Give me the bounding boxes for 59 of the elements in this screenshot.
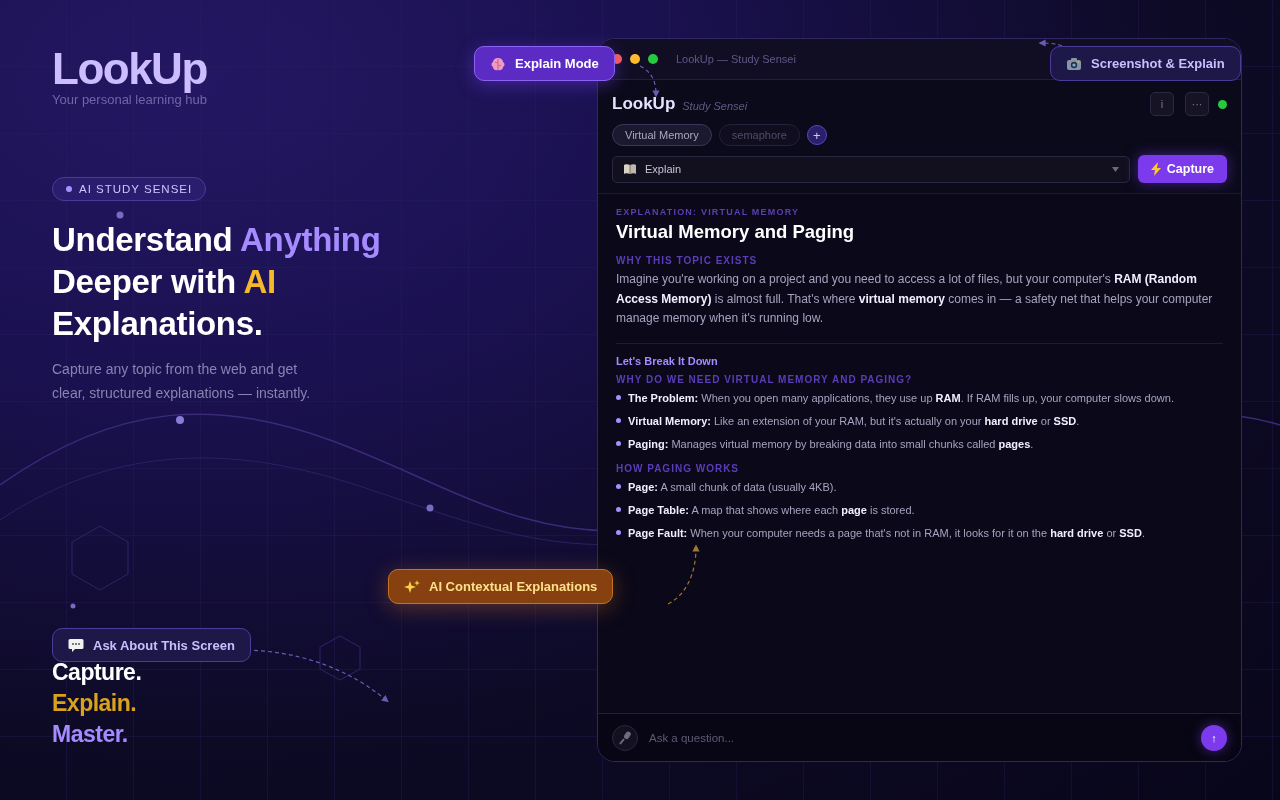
- feature-label: Screenshot & Explain: [1050, 46, 1241, 81]
- header-button[interactable]: ···: [1185, 92, 1209, 116]
- headline: Understand Anything Deeper with AI Explanations.: [52, 220, 382, 344]
- book-icon: [623, 163, 637, 175]
- hexagon-outline: [71, 525, 129, 591]
- description: Capture any topic from the web and get clear, structured explanations — instantly.: [52, 360, 312, 403]
- section-heading: WHY DO WE NEED VIRTUAL MEMORY AND PAGING?: [616, 373, 914, 385]
- hexagon-outline: [319, 635, 361, 681]
- explanation-title: Virtual Memory and Paging: [616, 221, 856, 243]
- bullet-icon: [616, 395, 621, 400]
- glow-dot: [176, 416, 184, 424]
- bullet-text: Virtual Memory: Like an extension of your RAM, but it's actually on your hard drive or SSD.: [628, 413, 1080, 428]
- bullet-icon: [616, 530, 621, 535]
- chat-bubble-icon: [68, 637, 84, 653]
- motto-line: Master.: [52, 720, 129, 749]
- logo-text: LookUp: [52, 46, 207, 92]
- glow-dot: [116, 211, 124, 219]
- send-button[interactable]: ↑: [1201, 724, 1227, 751]
- bullet-text: The Problem: When you open many applications, they use up RAM. If RAM fills up, your computer slows down.: [628, 390, 1174, 405]
- window-title: LookUp — Study Sensei: [676, 53, 796, 65]
- bullet-icon: [616, 418, 621, 423]
- bullet-icon: [616, 484, 621, 489]
- paragraph: Imagine you're working on a project and you need to access a lot of files, but your computer's RAM (Random Access Memory) is almost full. That's where virtual memory comes in — a safety net that helps your computer manage memory when it's running low.: [616, 270, 1223, 344]
- connector-arrow: [1038, 39, 1063, 47]
- tagline: Your personal learning hub: [52, 92, 207, 107]
- mode-dropdown[interactable]: Explain: [612, 155, 1130, 183]
- glow-dot: [426, 504, 434, 512]
- connector-arrow: [667, 544, 700, 605]
- camera-icon: [1066, 55, 1082, 72]
- category-badge: AI STUDY SENSEI: [52, 177, 207, 201]
- dot-icon: [66, 186, 72, 192]
- capture-button[interactable]: Capture: [1137, 155, 1227, 183]
- bullet-icon: [616, 507, 621, 512]
- bullet-text: Page Fault: When your computer needs a page that's not in RAM, it looks for it on the hard drive or SSD.: [628, 525, 1145, 540]
- motto-line: Explain.: [52, 689, 138, 718]
- question-input[interactable]: Ask a question...: [647, 730, 1192, 745]
- microphone-icon: [619, 730, 631, 745]
- microphone-button[interactable]: [612, 724, 638, 751]
- section-heading: WHY THIS TOPIC EXISTS: [616, 255, 759, 266]
- app-name: LookUp: [612, 94, 676, 114]
- bullet-text: Page Table: A map that shows where each page is stored.: [628, 502, 915, 517]
- section-heading: HOW PAGING WORKS: [616, 462, 741, 474]
- brain-icon: [490, 55, 506, 72]
- section-subtitle: Let's Break It Down: [616, 354, 719, 367]
- topic-tab[interactable]: Virtual Memory: [612, 124, 712, 146]
- caret-icon: [1111, 166, 1119, 172]
- glow-dot: [70, 603, 76, 609]
- connector-arrow: [639, 65, 660, 98]
- add-tab-button[interactable]: +: [806, 125, 827, 145]
- section-eyebrow: EXPLANATION: VIRTUAL MEMORY: [616, 207, 801, 217]
- feature-label: AI Contextual Explanations: [388, 569, 614, 604]
- bullet-icon: [616, 441, 621, 446]
- bullet-text: Paging: Manages virtual memory by breaking data into small chunks called pages.: [628, 436, 1034, 451]
- header-button[interactable]: i: [1150, 92, 1174, 116]
- feature-label: Ask About This Screen: [52, 628, 251, 662]
- feature-label: Explain Mode: [474, 46, 615, 81]
- app-subtitle: Study Sensei: [682, 99, 748, 112]
- lightning-icon: [1150, 162, 1162, 176]
- bullet-text: Page: A small chunk of data (usually 4KB).: [628, 479, 837, 494]
